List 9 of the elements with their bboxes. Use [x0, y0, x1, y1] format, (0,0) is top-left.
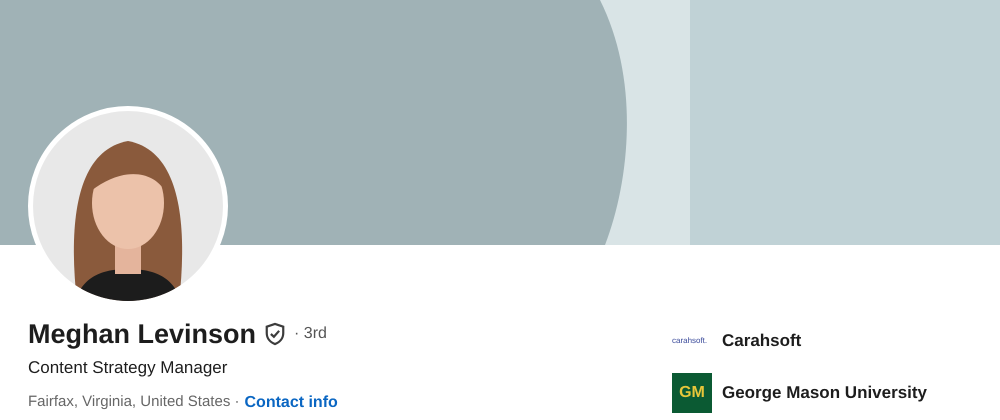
company-logo: carahsoft.: [672, 335, 708, 347]
organization-name[interactable]: George Mason University: [722, 380, 928, 406]
university-logo: GM: [672, 373, 712, 413]
profile-location: Fairfax, Virginia, United States ·: [28, 392, 240, 412]
organization-name[interactable]: Carahsoft: [722, 328, 802, 354]
connection-degree: · 3rd: [294, 324, 327, 344]
profile-name: Meghan Levinson: [28, 318, 256, 351]
contact-info-link[interactable]: Contact info: [244, 390, 338, 414]
profile-headline: Content Strategy Manager: [28, 357, 228, 379]
